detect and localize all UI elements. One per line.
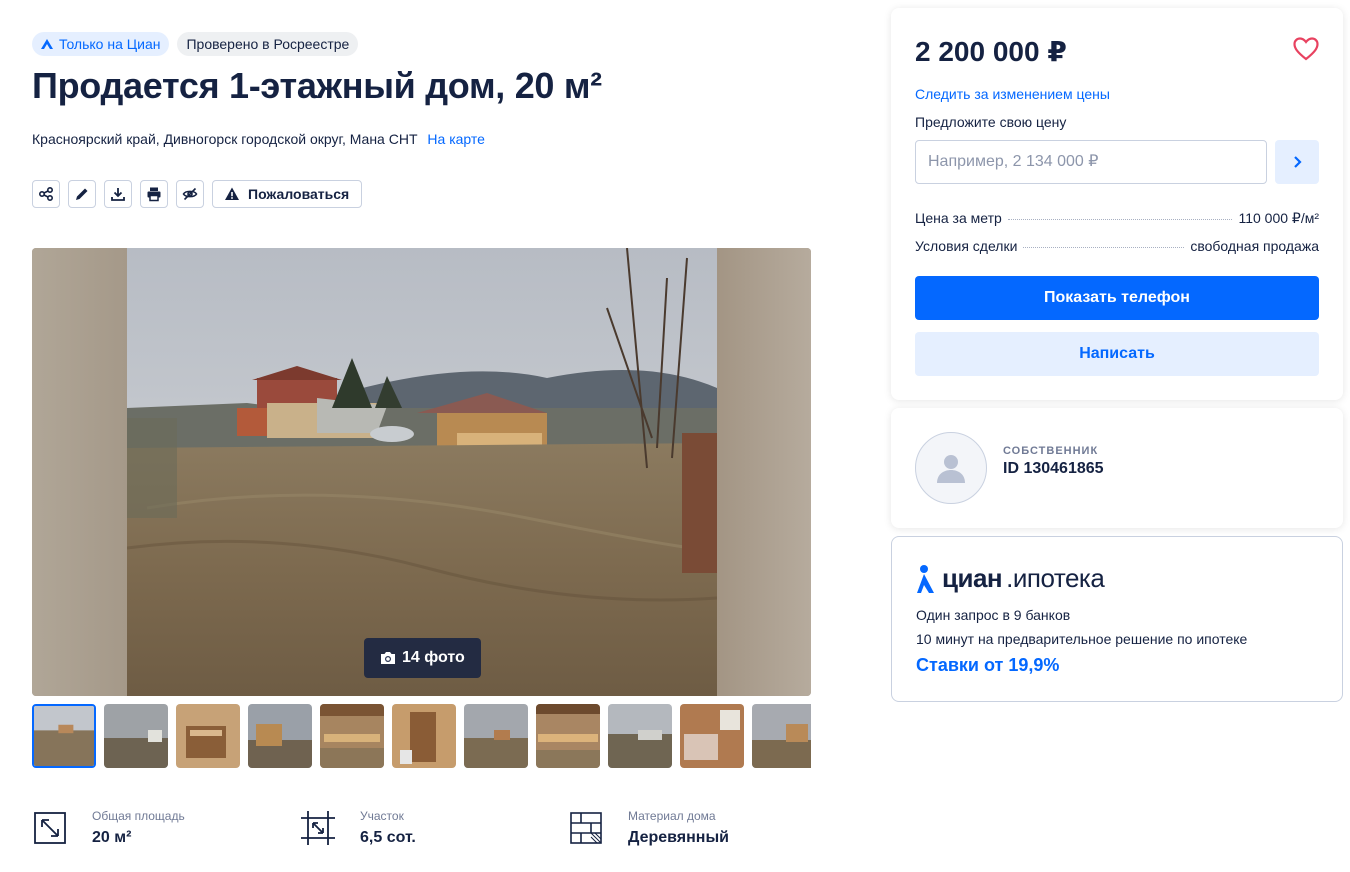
warning-icon [225,187,239,200]
cian-mortgage-logo: циан .ипотека [916,563,1105,594]
action-toolbar: Пожаловаться [32,180,363,208]
feature-label: Участок [360,809,404,823]
mortgage-line-1: Один запрос в 9 банков [916,607,1071,623]
mortgage-card[interactable]: циан .ипотека Один запрос в 9 банков 10 м… [891,536,1343,702]
info-value: 110 000 ₽/м² [1238,210,1319,226]
thumbnail[interactable] [752,704,811,768]
info-label: Цена за метр [915,210,1002,226]
track-price-link[interactable]: Следить за изменением цены [915,86,1110,102]
thumbnail[interactable] [680,704,744,768]
plot-icon [301,811,335,845]
info-label: Условия сделки [915,238,1018,254]
price-card: 2 200 000 ₽ Следить за изменением цены П… [891,8,1343,400]
edit-icon [76,188,88,200]
share-button[interactable] [32,180,60,208]
thumbnail[interactable] [248,704,312,768]
mortgage-product: .ипотека [1006,563,1105,593]
thumbnail[interactable] [104,704,168,768]
share-icon [38,186,54,202]
location-pin-icon [917,564,934,593]
offer-price-input[interactable] [915,140,1267,184]
feature-value: Деревянный [628,829,729,846]
download-icon [111,188,125,201]
area-icon [34,812,66,844]
map-link[interactable]: На карте [427,131,485,147]
thumbnail[interactable] [464,704,528,768]
hide-button[interactable] [176,180,204,208]
owner-role: СОБСТВЕННИК [1003,445,1099,457]
badge-cian-only-label: Только на Циан [59,36,161,52]
avatar[interactable] [915,432,987,504]
complain-button[interactable]: Пожаловаться [212,180,363,208]
thumbnail[interactable] [320,704,384,768]
offer-price-label: Предложите свою цену [915,114,1067,130]
feature-plot: Участок 6,5 сот. [300,808,568,849]
print-icon [147,187,161,202]
thumbnail[interactable] [176,704,240,768]
feature-total-area: Общая площадь 20 м² [32,808,300,849]
main-photo[interactable] [127,248,717,696]
download-button[interactable] [104,180,132,208]
info-row-price-per-meter: Цена за метр 110 000 ₽/м² [915,210,1319,227]
mortgage-rates-link[interactable]: Ставки от 19,9% [916,655,1059,676]
material-icon [570,812,602,844]
camera-icon [381,652,395,664]
badges: Только на Циан Проверено в Росреестре [32,32,359,56]
info-row-deal-terms: Условия сделки свободная продажа [915,238,1319,254]
badge-rosreestr: Проверено в Росреестре [177,32,359,56]
favorite-heart-icon[interactable] [1293,37,1319,61]
show-phone-button[interactable]: Показать телефон [915,276,1319,320]
photo-count-button[interactable]: 14 фото [364,638,481,678]
feature-label: Материал дома [628,809,716,823]
badge-cian-only: Только на Циан [32,32,170,56]
price: 2 200 000 ₽ [915,36,1067,67]
complain-label: Пожаловаться [248,186,350,202]
edit-button[interactable] [68,180,96,208]
feature-value: 20 м² [92,829,132,846]
features: Общая площадь 20 м² Участок 6,5 сот. Мат… [32,808,836,849]
cian-logo-icon [41,39,53,49]
thumbnail[interactable] [536,704,600,768]
page-title: Продается 1-этажный дом, 20 м² [32,65,602,106]
mortgage-line-2: 10 минут на предварительное решение по и… [916,631,1248,647]
hide-icon [182,187,198,201]
info-value: свободная продажа [1190,238,1319,254]
write-message-button[interactable]: Написать [915,332,1319,376]
thumbnail-strip [32,704,811,768]
thumbnail[interactable] [608,704,672,768]
thumbnail[interactable] [32,704,96,768]
mortgage-brand: циан [942,563,1003,593]
print-button[interactable] [140,180,168,208]
owner-id[interactable]: ID 130461865 [1003,460,1104,478]
dotted-leader [1023,247,1185,248]
address: Красноярский край, Дивногорск городской … [32,129,485,149]
dotted-leader [1007,219,1233,220]
feature-value: 6,5 сот. [360,829,416,846]
user-icon [937,455,965,483]
owner-card: СОБСТВЕННИК ID 130461865 [891,408,1343,528]
feature-material: Материал дома Деревянный [568,808,836,849]
photo-gallery[interactable]: 14 фото [32,248,811,696]
chevron-right-icon [1294,156,1302,168]
address-text: Красноярский край, Дивногорск городской … [32,131,418,147]
badge-rosreestr-label: Проверено в Росреестре [186,36,350,52]
thumbnail[interactable] [392,704,456,768]
feature-label: Общая площадь [92,809,185,823]
offer-submit-button[interactable] [1275,140,1319,184]
photo-count-label: 14 фото [402,649,465,666]
